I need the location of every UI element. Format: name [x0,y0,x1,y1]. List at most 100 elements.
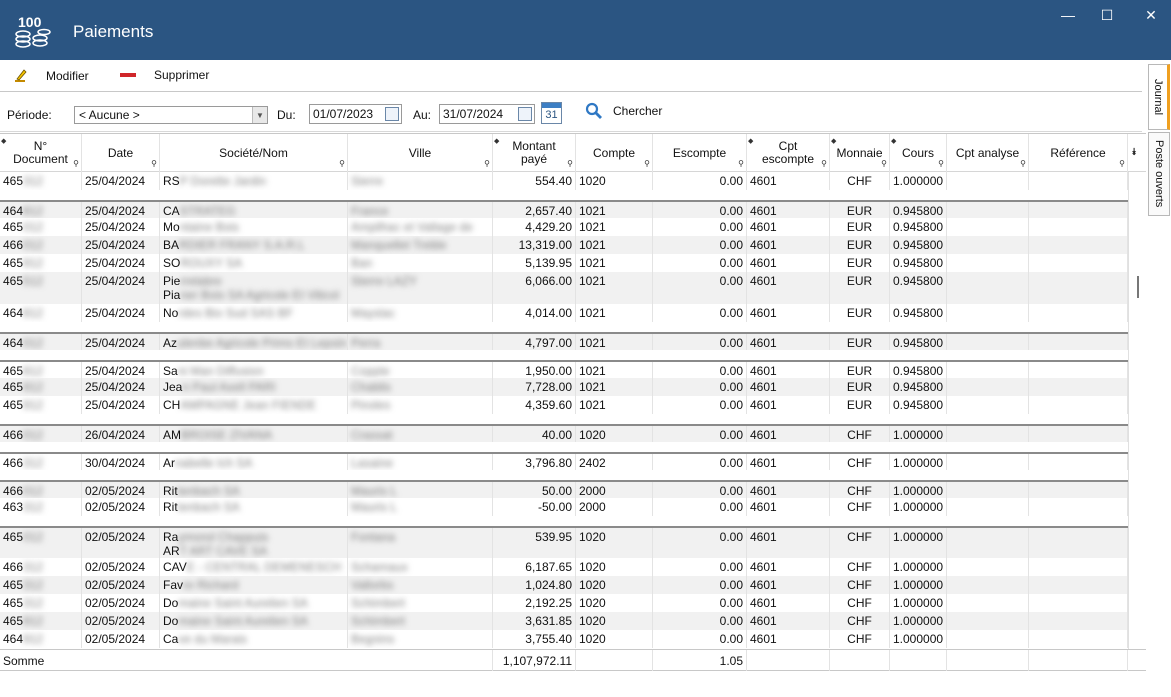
cell-cours: 1.000000 [890,172,947,190]
cell-cours: 1.000000 [890,482,947,498]
table-row[interactable]: 466312 30/04/2024 Arnabelle Ich SA Lasaine 3… [0,452,1128,470]
cell-monnaie: CHF [830,528,890,558]
calendar-icon[interactable] [385,107,399,121]
cell-cpt: 4601 [747,454,830,470]
table-row[interactable]: 464812 25/04/2024 Nordes Bio Sud SAS BF May… [0,304,1128,322]
col-header-cpt-escompte[interactable]: ◆ Cpt escompte ⚲ [747,134,830,172]
cell-monnaie: EUR [830,254,890,272]
to-label: Au: [413,108,432,122]
cell-ref [1029,594,1128,612]
search-button[interactable]: Chercher [613,104,662,118]
col-header-reference[interactable]: Référence ⚲ [1029,134,1128,172]
cell-escompte: 0.00 [653,498,747,516]
cell-ref [1029,558,1128,576]
cell-date: 26/04/2024 [82,426,160,442]
edit-button[interactable]: Modifier [14,68,89,84]
table-row[interactable]: 465312 25/04/2024 RSP Dorette Jardin Sierre… [0,172,1128,190]
maximize-button[interactable]: ☐ [1087,2,1127,28]
cell-montant: 4,014.00 [493,304,576,322]
table-row[interactable]: 465912 25/04/2024 SOROUXY SA Ban 5,139.95 102… [0,254,1128,272]
col-header-ville[interactable]: Ville ⚲ [348,134,493,172]
table-row[interactable]: 466312 02/05/2024 CAVE - CENTRAL DEMENESCH… [0,558,1128,576]
table-row[interactable]: 464912 02/05/2024 Cave du Marais Begnins 3,7… [0,630,1128,648]
cell-compte: 2000 [576,482,653,498]
cell-doc: 466312 [0,454,82,470]
table-row[interactable]: 465912 02/05/2024 Domaine Saint Aurelien S… [0,612,1128,630]
table-row[interactable]: 464012 25/04/2024 Azulenbe Agricole Prims … [0,332,1128,350]
cell-analyse [947,378,1029,396]
period-select[interactable]: < Aucune > ▼ [74,106,268,124]
col-header-compte[interactable]: Compte ⚲ [576,134,653,172]
table-row[interactable]: 465312 02/05/2024 Favre Richard Vallorbs 1,0… [0,576,1128,594]
table-row[interactable]: 465012 02/05/2024 Raymond Chappuis ART ART … [0,526,1128,558]
cell-doc: 465512 [0,272,82,304]
table-row[interactable]: 466012 26/04/2024 AMBROISE ZIVANA Crassat 40… [0,424,1128,442]
table-row[interactable]: 463312 02/05/2024 Rittenbach SA Mauris L -50… [0,498,1128,516]
scrollbar-thumb[interactable] [1137,276,1139,298]
cell-monnaie: EUR [830,272,890,304]
table-row[interactable]: 465912 25/04/2024 Jean Paul Axell PARI Chab… [0,378,1128,396]
minimize-button[interactable]: — [1048,2,1088,28]
table-row[interactable]: 465512 25/04/2024 Pierrelabre Pianer Bois S… [0,272,1128,304]
cell-cpt: 4601 [747,236,830,254]
cell-ville: Schamaux [348,558,493,576]
cell-soc: BARDIER FRANY S.A.R.L [160,236,348,254]
col-header-montant[interactable]: ◆ Montant payé ⚲ [493,134,576,172]
delete-label: Supprimer [154,68,210,82]
cell-doc: 465912 [0,378,82,396]
cell-escompte: 0.00 [653,396,747,414]
cell-montant: 40.00 [493,426,576,442]
table-row[interactable]: 465912 25/04/2024 CHAMPAGNE Jean FIENDE Pin… [0,396,1128,414]
cell-cours: 0.945800 [890,254,947,272]
col-header-societe[interactable]: Société/Nom ⚲ [160,134,348,172]
cell-date: 25/04/2024 [82,334,160,350]
delete-button[interactable]: Supprimer [120,68,209,82]
table-row[interactable]: 465812 25/04/2024 Sani Man Diffusion Coppte… [0,360,1128,378]
col-header-date[interactable]: Date ⚲ [82,134,160,172]
to-date-input[interactable]: 31/07/2024 [439,104,535,124]
cell-ref [1029,378,1128,396]
cell-montant: 539.95 [493,528,576,558]
calendar-today-icon[interactable]: 31 [541,102,562,124]
col-header-cpt-analyse[interactable]: Cpt analyse ⚲ [947,134,1029,172]
table-row[interactable]: 465012 25/04/2024 Montaine Bois Ampilhac et… [0,218,1128,236]
search-icon[interactable] [584,101,604,121]
sort-icon: ◆ [494,138,500,145]
cell-montant: 2,657.40 [493,202,576,218]
cell-ville: Mayslac [348,304,493,322]
cell-escompte: 0.00 [653,254,747,272]
cell-cpt: 4601 [747,304,830,322]
cell-doc: 465912 [0,612,82,630]
close-button[interactable]: ✕ [1131,2,1171,28]
cell-cpt: 4601 [747,426,830,442]
cell-ref [1029,630,1128,648]
tab-postes-ouverts[interactable]: Poste ouverts [1148,132,1170,216]
col-header-escompte[interactable]: Escompte ⚲ [653,134,747,172]
chevron-double-down-icon[interactable]: ⯯ [1131,147,1137,158]
cell-cours: 0.945800 [890,218,947,236]
sort-icon: ◆ [831,138,837,145]
cell-date: 25/04/2024 [82,172,160,190]
table-row[interactable]: 464812 25/04/2024 CASTRATEG France 2,657.40 1… [0,200,1128,218]
cell-soc: CASTRATEG [160,202,348,218]
cell-date: 25/04/2024 [82,396,160,414]
from-date-input[interactable]: 01/07/2023 [309,104,402,124]
col-header-document[interactable]: ◆ N° Document ⚲ [0,134,82,172]
chevron-down-icon[interactable]: ▼ [252,107,267,123]
cell-doc: 465012 [0,528,82,558]
sort-icon: ◆ [891,138,897,145]
cell-ville: Schimbert [348,594,493,612]
col-header-monnaie[interactable]: ◆ Monnaie ⚲ [830,134,890,172]
cell-ville: Schimbert [348,612,493,630]
key-icon: ⚲ [73,159,79,168]
table-row[interactable]: 466012 02/05/2024 Rittenbach SA Mauris L 50.… [0,480,1128,498]
col-header-cours[interactable]: ◆ Cours ⚲ [890,134,947,172]
vertical-scrollbar[interactable] [1128,172,1146,649]
cell-cours: 0.945800 [890,236,947,254]
from-date-value: 01/07/2023 [313,107,374,121]
cell-compte: 1021 [576,236,653,254]
calendar-icon[interactable] [518,107,532,121]
tab-journal[interactable]: Journal [1148,64,1170,130]
table-row[interactable]: 465312 02/05/2024 Domaine Saint Aurelien S… [0,594,1128,612]
table-row[interactable]: 466012 25/04/2024 BARDIER FRANY S.A.R.L Man… [0,236,1128,254]
